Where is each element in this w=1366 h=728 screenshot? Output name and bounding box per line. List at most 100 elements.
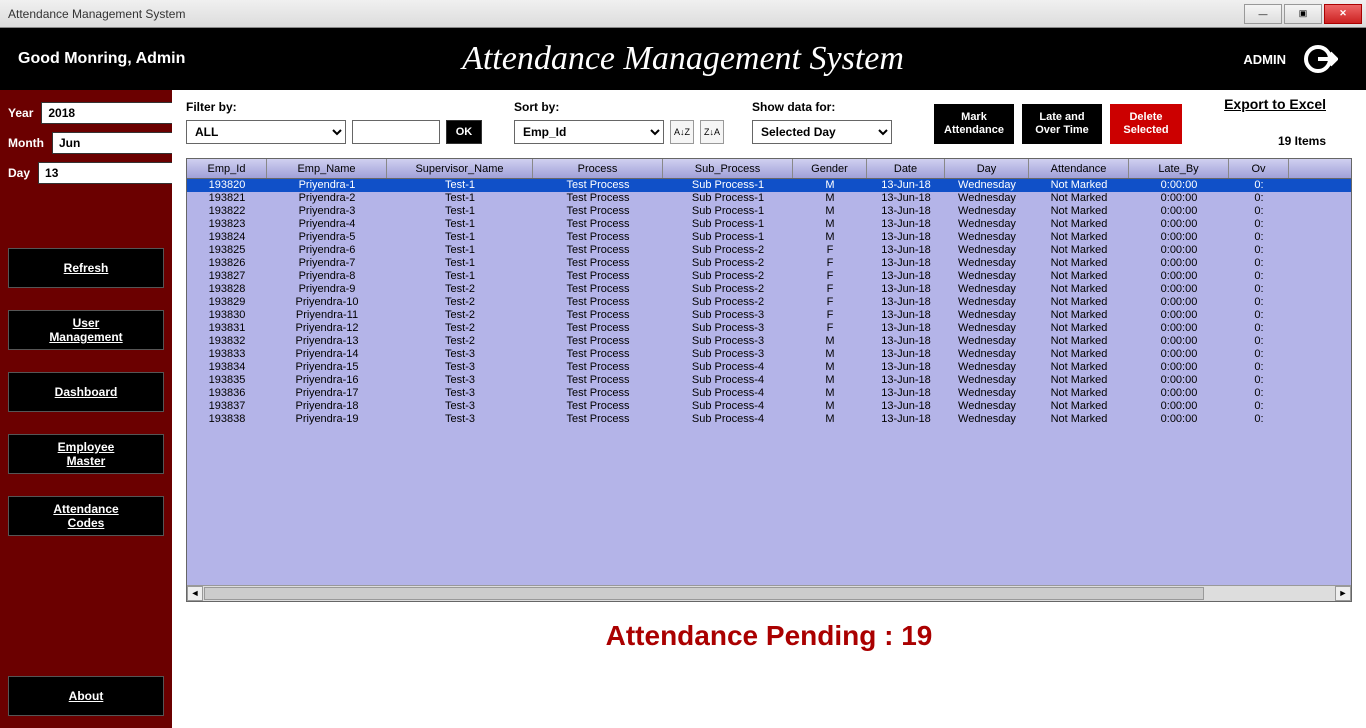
cell: Test-2	[387, 335, 533, 348]
toolbar: Filter by: ALL OK Sort by: Emp_Id A↓Z Z↓…	[186, 100, 1352, 144]
column-header-ov[interactable]: Ov	[1229, 159, 1289, 178]
table-row[interactable]: 193834Priyendra-15Test-3Test ProcessSub …	[187, 361, 1351, 374]
window-titlebar: Attendance Management System — ▣ ✕	[0, 0, 1366, 28]
column-header-day[interactable]: Day	[945, 159, 1029, 178]
cell: Wednesday	[945, 309, 1029, 322]
table-row[interactable]: 193825Priyendra-6Test-1Test ProcessSub P…	[187, 244, 1351, 257]
show-data-combo[interactable]: Selected Day	[752, 120, 892, 144]
cell: M	[793, 205, 867, 218]
late-overtime-button[interactable]: Late and Over Time	[1022, 104, 1102, 144]
dashboard-button[interactable]: Dashboard	[8, 372, 164, 412]
table-row[interactable]: 193826Priyendra-7Test-1Test ProcessSub P…	[187, 257, 1351, 270]
column-header-sub_process[interactable]: Sub_Process	[663, 159, 793, 178]
employee-master-button[interactable]: Employee Master	[8, 434, 164, 474]
cell: Not Marked	[1029, 374, 1129, 387]
scroll-thumb[interactable]	[204, 587, 1204, 600]
logout-icon[interactable]	[1302, 41, 1338, 77]
sort-asc-icon[interactable]: A↓Z	[670, 120, 694, 144]
cell: Sub Process-2	[663, 270, 793, 283]
year-label: Year	[8, 106, 33, 120]
table-row[interactable]: 193833Priyendra-14Test-3Test ProcessSub …	[187, 348, 1351, 361]
column-header-late_by[interactable]: Late_By	[1129, 159, 1229, 178]
cell: 13-Jun-18	[867, 335, 945, 348]
cell: Wednesday	[945, 257, 1029, 270]
delete-selected-button[interactable]: Delete Selected	[1110, 104, 1182, 144]
status-message: Attendance Pending : 19	[186, 620, 1352, 652]
cell: Not Marked	[1029, 413, 1129, 426]
cell: 0:00:00	[1129, 296, 1229, 309]
export-to-excel-link[interactable]: Export to Excel	[1224, 96, 1326, 112]
scroll-right-icon[interactable]: ►	[1335, 586, 1351, 601]
cell: Test-3	[387, 361, 533, 374]
column-header-date[interactable]: Date	[867, 159, 945, 178]
cell: 0:00:00	[1129, 205, 1229, 218]
cell: 193827	[187, 270, 267, 283]
refresh-button[interactable]: Refresh	[8, 248, 164, 288]
about-button[interactable]: About	[8, 676, 164, 716]
table-row[interactable]: 193837Priyendra-18Test-3Test ProcessSub …	[187, 400, 1351, 413]
table-row[interactable]: 193835Priyendra-16Test-3Test ProcessSub …	[187, 374, 1351, 387]
column-header-gender[interactable]: Gender	[793, 159, 867, 178]
column-header-supervisor_name[interactable]: Supervisor_Name	[387, 159, 533, 178]
cell: Sub Process-3	[663, 348, 793, 361]
table-row[interactable]: 193832Priyendra-13Test-2Test ProcessSub …	[187, 335, 1351, 348]
cell: Test Process	[533, 400, 663, 413]
cell: Priyendra-13	[267, 335, 387, 348]
cell: Test-3	[387, 387, 533, 400]
filter-label: Filter by:	[186, 100, 482, 114]
column-header-emp_name[interactable]: Emp_Name	[267, 159, 387, 178]
table-row[interactable]: 193822Priyendra-3Test-1Test ProcessSub P…	[187, 205, 1351, 218]
user-management-button[interactable]: User Management	[8, 310, 164, 350]
cell: 0:	[1229, 296, 1289, 309]
table-row[interactable]: 193838Priyendra-19Test-3Test ProcessSub …	[187, 413, 1351, 426]
cell: 13-Jun-18	[867, 192, 945, 205]
table-row[interactable]: 193821Priyendra-2Test-1Test ProcessSub P…	[187, 192, 1351, 205]
data-grid[interactable]: Emp_IdEmp_NameSupervisor_NameProcessSub_…	[186, 158, 1352, 602]
sort-desc-icon[interactable]: Z↓A	[700, 120, 724, 144]
mark-attendance-button[interactable]: Mark Attendance	[934, 104, 1014, 144]
horizontal-scrollbar[interactable]: ◄ ►	[187, 585, 1351, 601]
cell: Not Marked	[1029, 218, 1129, 231]
sort-combo[interactable]: Emp_Id	[514, 120, 664, 144]
attendance-codes-button[interactable]: Attendance Codes	[8, 496, 164, 536]
scroll-left-icon[interactable]: ◄	[187, 586, 203, 601]
column-header-attendance[interactable]: Attendance	[1029, 159, 1129, 178]
table-row[interactable]: 193823Priyendra-4Test-1Test ProcessSub P…	[187, 218, 1351, 231]
filter-textbox[interactable]	[352, 120, 440, 144]
table-row[interactable]: 193836Priyendra-17Test-3Test ProcessSub …	[187, 387, 1351, 400]
cell: Priyendra-8	[267, 270, 387, 283]
cell: Test-1	[387, 218, 533, 231]
filter-combo[interactable]: ALL	[186, 120, 346, 144]
cell: Sub Process-4	[663, 361, 793, 374]
table-row[interactable]: 193830Priyendra-11Test-2Test ProcessSub …	[187, 309, 1351, 322]
table-row[interactable]: 193824Priyendra-5Test-1Test ProcessSub P…	[187, 231, 1351, 244]
cell: Wednesday	[945, 244, 1029, 257]
day-label: Day	[8, 166, 30, 180]
column-header-emp_id[interactable]: Emp_Id	[187, 159, 267, 178]
table-row[interactable]: 193829Priyendra-10Test-2Test ProcessSub …	[187, 296, 1351, 309]
minimize-button[interactable]: —	[1244, 4, 1282, 24]
cell: Wednesday	[945, 400, 1029, 413]
cell: Test Process	[533, 244, 663, 257]
sort-label: Sort by:	[514, 100, 724, 114]
cell: Sub Process-2	[663, 257, 793, 270]
cell: 0:	[1229, 348, 1289, 361]
cell: Test Process	[533, 257, 663, 270]
cell: 0:00:00	[1129, 309, 1229, 322]
cell: 0:	[1229, 283, 1289, 296]
maximize-button[interactable]: ▣	[1284, 4, 1322, 24]
table-row[interactable]: 193827Priyendra-8Test-1Test ProcessSub P…	[187, 270, 1351, 283]
cell: 0:	[1229, 218, 1289, 231]
cell: Test-2	[387, 283, 533, 296]
table-row[interactable]: 193831Priyendra-12Test-2Test ProcessSub …	[187, 322, 1351, 335]
cell: Sub Process-4	[663, 413, 793, 426]
filter-ok-button[interactable]: OK	[446, 120, 482, 144]
cell: 0:	[1229, 400, 1289, 413]
close-button[interactable]: ✕	[1324, 4, 1362, 24]
cell: Wednesday	[945, 374, 1029, 387]
cell: Not Marked	[1029, 257, 1129, 270]
cell: 13-Jun-18	[867, 179, 945, 192]
table-row[interactable]: 193828Priyendra-9Test-2Test ProcessSub P…	[187, 283, 1351, 296]
column-header-process[interactable]: Process	[533, 159, 663, 178]
table-row[interactable]: 193820Priyendra-1Test-1Test ProcessSub P…	[187, 179, 1351, 192]
